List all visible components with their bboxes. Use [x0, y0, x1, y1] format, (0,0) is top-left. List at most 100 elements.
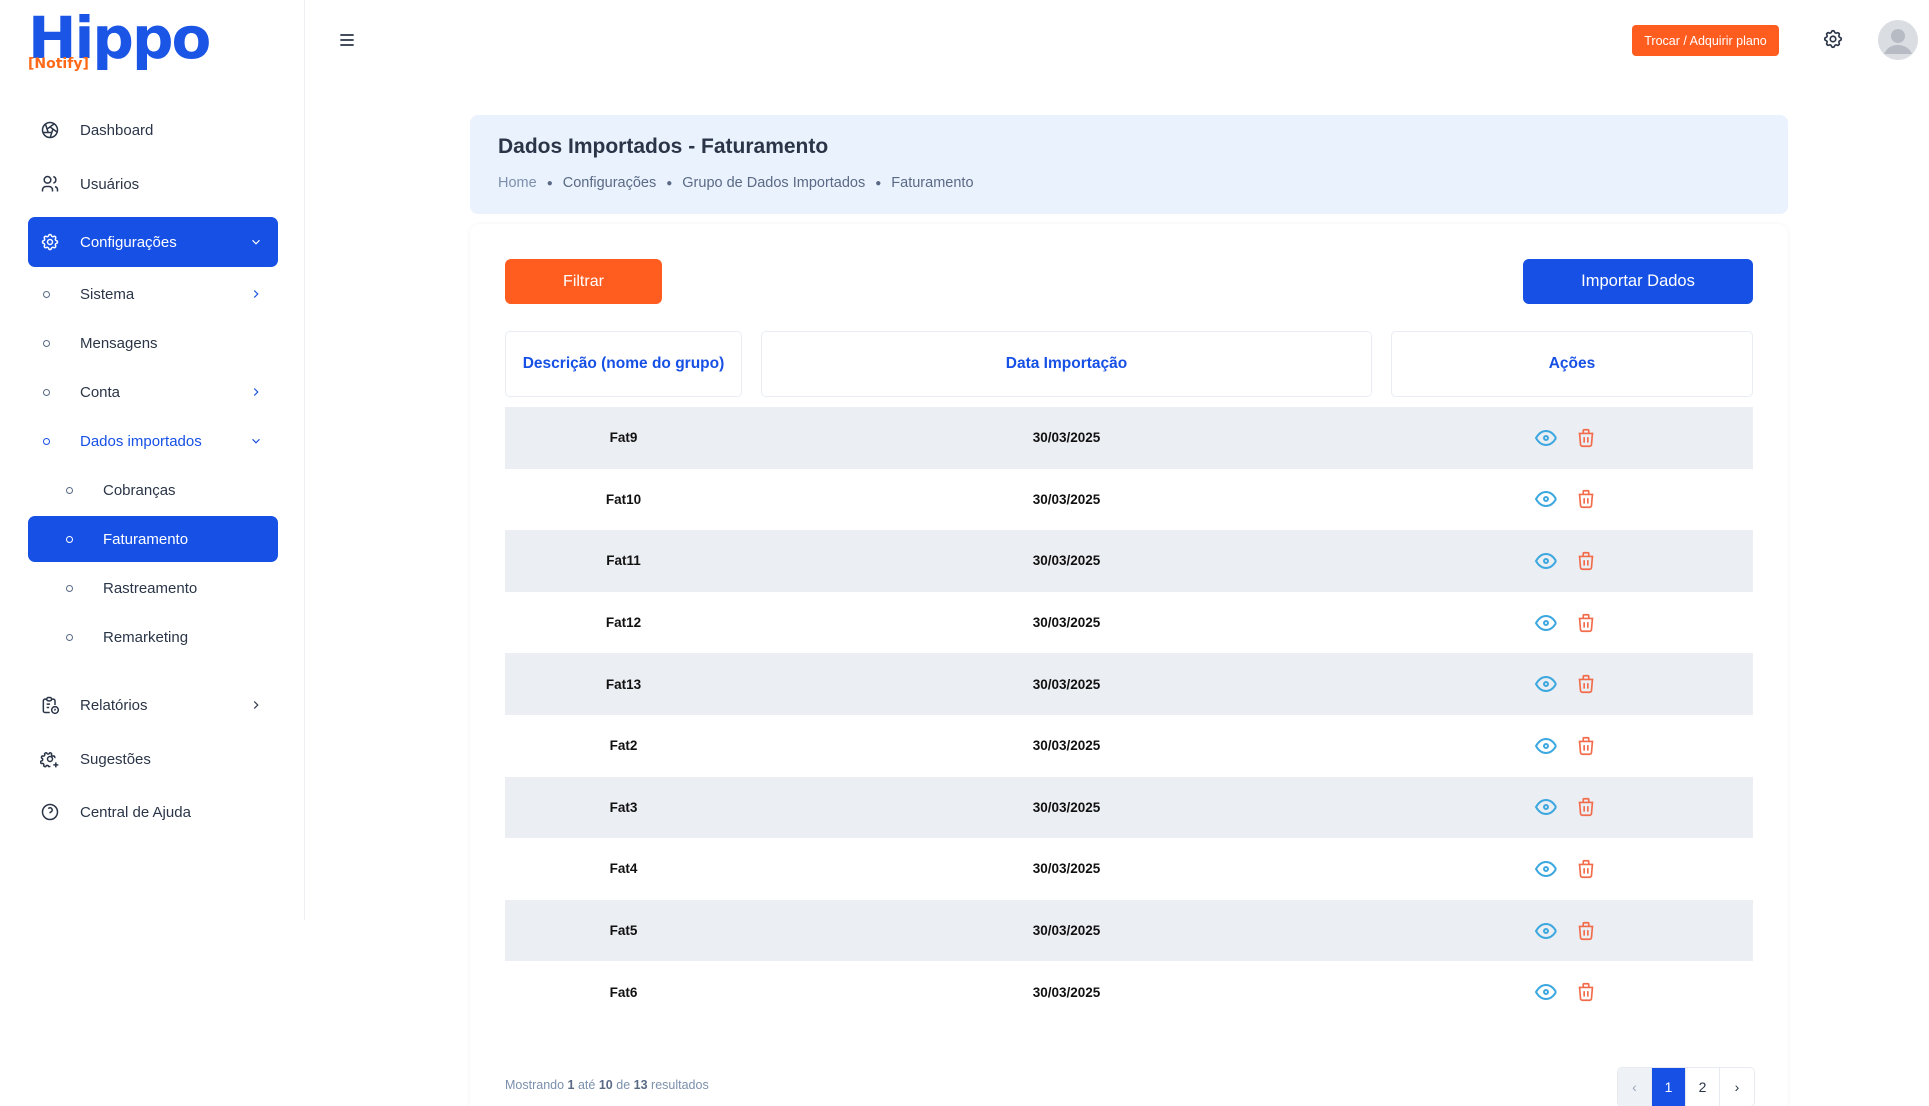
sidebar-item-dashboard[interactable]: Dashboard — [28, 105, 278, 155]
sidebar-sub-mensagens[interactable]: Mensagens — [28, 320, 278, 366]
eye-icon[interactable] — [1533, 671, 1559, 697]
cell-descricao: Fat9 — [609, 430, 638, 446]
sidebar-item-label: Dados importados — [80, 432, 202, 450]
table-row: Fat6 30/03/2025 — [505, 961, 1753, 1023]
trash-icon[interactable] — [1573, 548, 1599, 574]
pagination-page-1[interactable]: 1 — [1652, 1068, 1686, 1106]
trash-icon[interactable] — [1573, 856, 1599, 882]
settings-icon[interactable] — [1822, 28, 1846, 52]
eye-icon[interactable] — [1533, 486, 1559, 512]
cell-descricao: Fat11 — [606, 553, 641, 569]
results-suffix: resultados — [651, 1078, 709, 1092]
column-header-descricao[interactable]: Descrição (nome do grupo) — [505, 331, 742, 397]
sidebar-item-label: Relatórios — [80, 696, 148, 714]
sidebar-sub-remarketing[interactable]: Remarketing — [28, 614, 278, 660]
cell-descricao: Fat4 — [609, 861, 638, 877]
table-row: Fat3 30/03/2025 — [505, 776, 1753, 839]
eye-icon[interactable] — [1533, 918, 1559, 944]
chevron-down-icon — [248, 433, 264, 449]
table-row: Fat5 30/03/2025 — [505, 899, 1753, 962]
eye-icon[interactable] — [1533, 979, 1559, 1005]
bullet-icon — [66, 633, 73, 641]
sidebar-item-label: Sistema — [80, 285, 135, 303]
breadcrumb-home[interactable]: Home — [498, 175, 537, 191]
eye-icon[interactable] — [1533, 856, 1559, 882]
table-row: Fat11 30/03/2025 — [505, 530, 1753, 592]
eye-icon[interactable] — [1533, 733, 1559, 759]
cell-acoes — [1533, 733, 1599, 759]
eye-icon[interactable] — [1533, 548, 1559, 574]
eye-icon[interactable] — [1533, 794, 1559, 820]
cell-data: 30/03/2025 — [1032, 676, 1101, 692]
sidebar-sub-faturamento[interactable]: Faturamento — [28, 516, 278, 562]
brand-logo[interactable]: Hippo [Notify] — [28, 6, 211, 76]
trash-icon[interactable] — [1573, 733, 1599, 759]
eye-icon[interactable] — [1533, 610, 1559, 636]
settings-plus-icon — [38, 747, 62, 771]
cell-descricao: Fat6 — [609, 984, 638, 1000]
results-total: 13 — [633, 1078, 648, 1092]
cell-descricao: Fat2 — [609, 738, 638, 754]
sidebar-item-sugestoes[interactable]: Sugestões — [28, 734, 278, 784]
data-table-card: Filtrar Importar Dados Descrição (nome d… — [470, 224, 1788, 1106]
sidebar-sub-cobrancas[interactable]: Cobranças — [28, 467, 278, 513]
cell-data: 30/03/2025 — [1032, 861, 1101, 877]
trash-icon[interactable] — [1573, 671, 1599, 697]
pagination-prev[interactable]: ‹ — [1618, 1068, 1652, 1106]
results-to: 10 — [598, 1078, 613, 1092]
chevron-down-icon — [248, 234, 264, 250]
sidebar-item-label: Cobranças — [103, 481, 176, 499]
trash-icon[interactable] — [1573, 610, 1599, 636]
sidebar-sub-dados-importados[interactable]: Dados importados — [28, 418, 278, 464]
filter-button[interactable]: Filtrar — [505, 259, 662, 304]
column-header-acoes: Ações — [1391, 331, 1753, 397]
help-circle-icon — [38, 800, 62, 824]
chevron-right-icon — [248, 384, 264, 400]
cell-acoes — [1533, 856, 1599, 882]
table-row: Fat13 30/03/2025 — [505, 653, 1753, 715]
sidebar-sub-rastreamento[interactable]: Rastreamento — [28, 565, 278, 611]
cell-acoes — [1533, 486, 1599, 512]
breadcrumb-grupo[interactable]: Grupo de Dados Importados — [682, 175, 865, 191]
column-header-data[interactable]: Data Importação — [761, 331, 1372, 397]
breadcrumb-separator: ● — [546, 177, 553, 189]
cell-data: 30/03/2025 — [1032, 738, 1101, 754]
trash-icon[interactable] — [1573, 979, 1599, 1005]
avatar[interactable] — [1878, 20, 1918, 60]
trash-icon[interactable] — [1573, 794, 1599, 820]
eye-icon[interactable] — [1533, 425, 1559, 451]
page-title: Dados Importados - Faturamento — [498, 135, 829, 158]
cell-acoes — [1533, 794, 1599, 820]
trash-icon[interactable] — [1573, 918, 1599, 944]
trash-icon[interactable] — [1573, 486, 1599, 512]
sidebar-item-usuarios[interactable]: Usuários — [28, 159, 278, 209]
sidebar-item-label: Remarketing — [103, 628, 189, 646]
sidebar-sub-sistema[interactable]: Sistema — [28, 271, 278, 317]
breadcrumb-configuracoes[interactable]: Configurações — [563, 175, 657, 191]
cell-data: 30/03/2025 — [1032, 553, 1101, 569]
results-to-word: até — [577, 1078, 596, 1092]
import-data-button[interactable]: Importar Dados — [1523, 259, 1753, 304]
sidebar-item-label: Configurações — [80, 233, 177, 251]
cell-acoes — [1533, 918, 1599, 944]
cell-data: 30/03/2025 — [1032, 799, 1101, 815]
bullet-icon — [43, 339, 50, 347]
cell-descricao: Fat13 — [605, 676, 642, 692]
sidebar-sub-conta[interactable]: Conta — [28, 369, 278, 415]
aperture-icon — [38, 118, 62, 142]
sidebar-item-configuracoes[interactable]: Configurações — [28, 217, 278, 267]
sidebar-item-central-de-ajuda[interactable]: Central de Ajuda — [28, 787, 278, 837]
cell-data: 30/03/2025 — [1032, 923, 1101, 939]
cell-acoes — [1533, 425, 1599, 451]
sidebar-item-label: Dashboard — [80, 121, 154, 139]
bullet-icon — [43, 290, 50, 298]
pagination-page-2[interactable]: 2 — [1686, 1068, 1720, 1106]
pagination-next[interactable]: › — [1720, 1068, 1754, 1106]
bullet-icon — [43, 388, 50, 396]
sidebar-item-label: Rastreamento — [103, 579, 198, 597]
trash-icon[interactable] — [1573, 425, 1599, 451]
change-plan-button[interactable]: Trocar / Adquirir plano — [1632, 25, 1779, 56]
cell-data: 30/03/2025 — [1032, 615, 1101, 631]
sidebar-item-relatorios[interactable]: Relatórios — [28, 680, 278, 730]
menu-toggle-icon[interactable] — [337, 30, 357, 50]
